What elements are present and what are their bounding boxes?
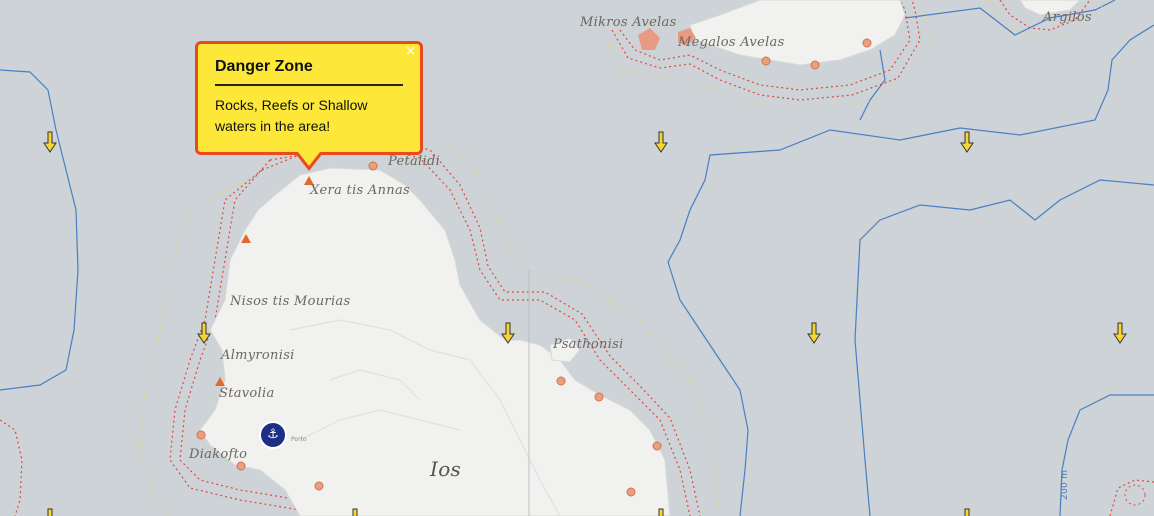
danger-zone-popup: × Danger Zone Rocks, Reefs or Shallow wa… <box>195 41 423 171</box>
map-base-layer <box>0 0 1154 516</box>
place-label: Diakofto <box>189 447 248 462</box>
island-label: Ios <box>430 457 462 481</box>
megalos-avelas-island <box>689 0 906 66</box>
down-arrow-icon <box>197 322 211 344</box>
place-label: Xera tis Annas <box>310 183 410 198</box>
down-arrow-icon <box>1113 322 1127 344</box>
place-label: Nisos tis Mourias <box>230 294 351 309</box>
place-label: Mikros Avelas <box>580 15 677 30</box>
popup-tail <box>298 152 320 166</box>
place-label: Psathonisi <box>553 337 624 352</box>
place-label: Almyronisi <box>221 348 295 363</box>
place-label: Argilos <box>1043 10 1092 25</box>
place-label: Petalidi <box>388 154 441 169</box>
marina-icon[interactable]: ⚓ <box>259 421 287 449</box>
reef-ring <box>1124 484 1146 506</box>
close-icon[interactable]: × <box>405 44 416 59</box>
down-arrow-icon <box>964 508 970 516</box>
down-arrow-icon <box>654 131 668 153</box>
popup-text: Rocks, Reefs or Shallow waters in the ar… <box>215 97 368 134</box>
down-arrow-icon <box>501 322 515 344</box>
place-label: Stavolia <box>219 386 275 401</box>
marina-label: Porto <box>291 436 307 443</box>
down-arrow-icon <box>658 508 664 516</box>
down-arrow-icon <box>807 322 821 344</box>
down-arrow-icon <box>43 131 57 153</box>
down-arrow-icon <box>47 508 53 516</box>
mikros-avelas-islet <box>638 28 660 50</box>
danger-triangle-icon <box>215 377 225 386</box>
popup-title: Danger Zone <box>215 58 403 86</box>
place-label: Megalos Avelas <box>678 35 785 50</box>
map-canvas[interactable]: Mikros Avelas Megalos Avelas Argilos Pet… <box>0 0 1154 516</box>
depth-label: 200 m <box>1060 469 1070 500</box>
down-arrow-icon <box>352 508 358 516</box>
down-arrow-icon <box>960 131 974 153</box>
